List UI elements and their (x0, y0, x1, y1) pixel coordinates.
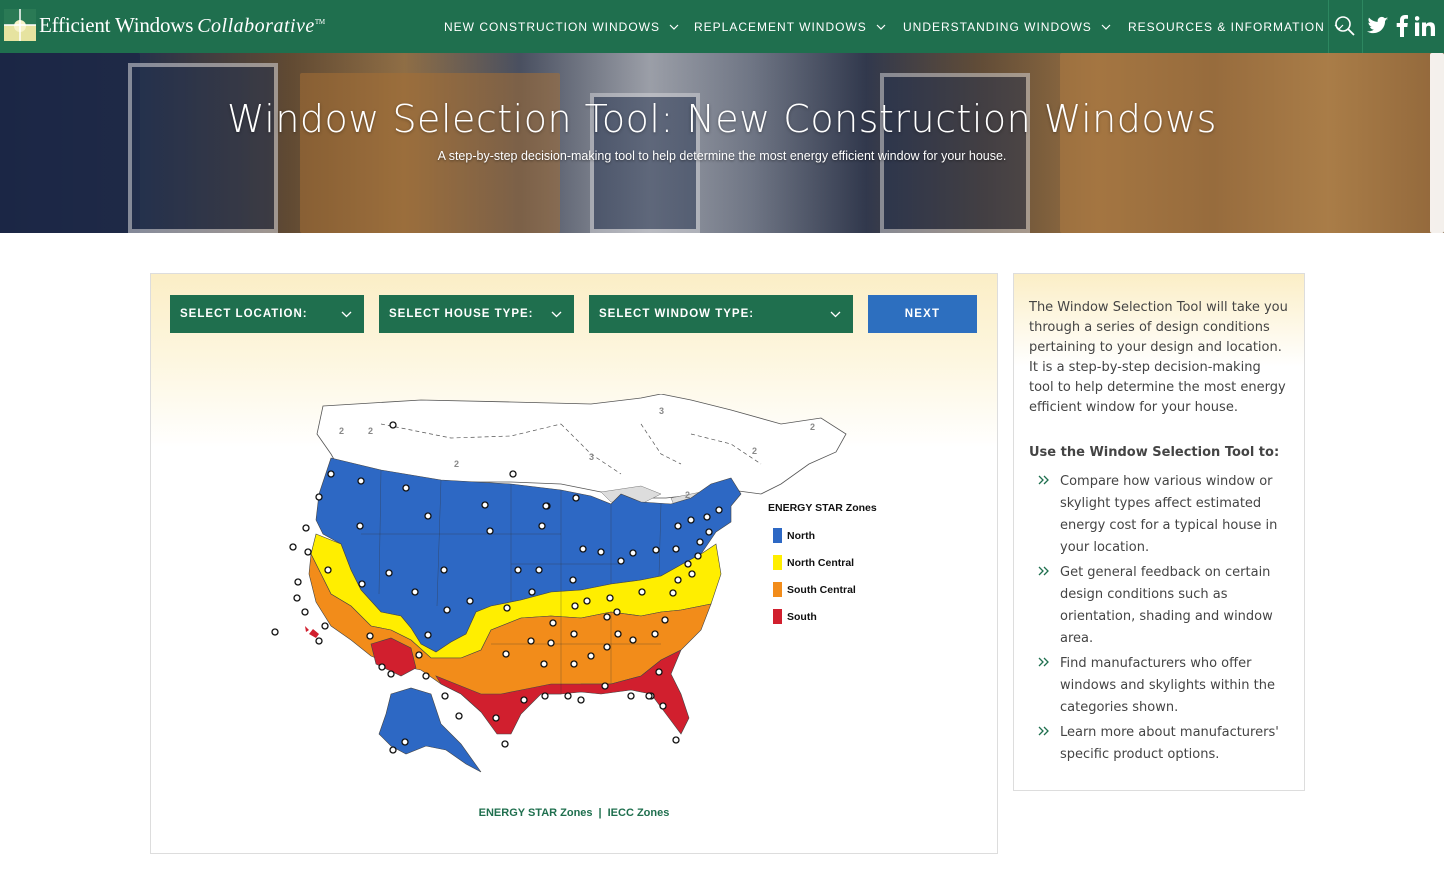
canada-zone-label: 3 (589, 452, 594, 462)
legend-swatch (773, 528, 782, 543)
legend-label: North (787, 529, 815, 542)
menu-label: UNDERSTANDING WINDOWS (903, 19, 1092, 34)
info-sidebar: The Window Selection Tool will take you … (1013, 273, 1305, 791)
canada-zone-label: 2 (339, 426, 344, 436)
sidebar-heading: Use the Window Selection Tool to: (1029, 445, 1280, 460)
list-item-text: Get general feedback on certain design c… (1060, 565, 1273, 646)
menu-label: REPLACEMENT WINDOWS (694, 19, 867, 34)
site-logo[interactable]: Efficient Windows CollaborativeTM (4, 8, 325, 42)
legend-swatch (773, 555, 782, 570)
select-window-type-dropdown[interactable]: SELECT WINDOW TYPE: (589, 295, 853, 333)
logo-text: Efficient Windows CollaborativeTM (39, 12, 325, 37)
double-chevron-right-icon (1038, 723, 1060, 766)
menu-label: NEW CONSTRUCTION WINDOWS (444, 19, 660, 34)
list-item-text: Find manufacturers who offer windows and… (1060, 656, 1275, 715)
dropdown-label: SELECT LOCATION: (180, 308, 308, 320)
logo-window-icon (4, 9, 36, 41)
search-icon[interactable] (1333, 14, 1357, 38)
list-item-text: Learn more about manufacturers' specific… (1060, 725, 1279, 762)
legend-label: South Central (787, 583, 856, 596)
legend-item-north: North (768, 522, 908, 549)
chevron-down-icon (341, 311, 352, 318)
alaska-region (378, 687, 482, 773)
list-item: Find manufacturers who offer windows and… (1029, 653, 1289, 719)
canada-zone-label: 2 (368, 426, 373, 436)
legend-swatch (773, 609, 782, 624)
menu-understanding-windows[interactable]: UNDERSTANDING WINDOWS (903, 0, 1111, 53)
page-title: Window Selection Tool: New Construction … (227, 97, 1217, 141)
chevron-down-icon (551, 311, 562, 318)
legend-label: South (787, 610, 817, 623)
top-nav: Efficient Windows CollaborativeTM NEW CON… (0, 0, 1444, 53)
page-subtitle: A step-by-step decision-making tool to h… (437, 149, 1007, 163)
menu-new-construction-windows[interactable]: NEW CONSTRUCTION WINDOWS (444, 0, 679, 53)
legend-title: ENERGY STAR Zones (768, 502, 877, 514)
legend-item-north-central: North Central (768, 549, 908, 576)
map-zone-links: ENERGY STAR Zones | IECC Zones (151, 807, 997, 819)
menu-resources-information[interactable]: RESOURCES & INFORMATION (1128, 0, 1344, 53)
tool-panel: SELECT LOCATION: SELECT HOUSE TYPE: SELE… (150, 273, 998, 854)
menu-replacement-windows[interactable]: REPLACEMENT WINDOWS (694, 0, 886, 53)
link-separator: | (598, 807, 602, 819)
select-location-dropdown[interactable]: SELECT LOCATION: (170, 295, 364, 333)
nav-divider (1362, 0, 1363, 53)
canada-zone-label: 3 (659, 406, 664, 416)
chevron-down-icon (830, 311, 841, 318)
legend-item-south: South (768, 603, 908, 630)
list-item: Get general feedback on certain design c… (1029, 562, 1289, 650)
legend-swatch (773, 582, 782, 597)
list-item: Learn more about manufacturers' specific… (1029, 722, 1289, 766)
chevron-down-icon (669, 24, 679, 30)
chevron-down-icon (876, 24, 886, 30)
sidebar-list: Compare how various window or skylight t… (1029, 471, 1289, 766)
energy-star-zones-link[interactable]: ENERGY STAR Zones (479, 807, 593, 819)
double-chevron-right-icon (1038, 563, 1060, 650)
canada-zone-label: 2 (752, 446, 757, 456)
hero-window-image (128, 63, 278, 233)
iecc-zones-link[interactable]: IECC Zones (608, 807, 670, 819)
legend-label: North Central (787, 556, 855, 569)
select-house-type-dropdown[interactable]: SELECT HOUSE TYPE: (379, 295, 574, 333)
sidebar-intro-text: The Window Selection Tool will take you … (1029, 300, 1288, 415)
double-chevron-right-icon (1038, 472, 1060, 559)
canada-zone-label: 2 (810, 422, 815, 432)
menu-label: RESOURCES & INFORMATION (1128, 19, 1325, 34)
linkedin-icon[interactable] (1413, 14, 1437, 38)
list-item: Compare how various window or skylight t… (1029, 471, 1289, 559)
list-item-text: Compare how various window or skylight t… (1060, 474, 1278, 555)
twitter-icon[interactable] (1366, 14, 1390, 38)
double-chevron-right-icon (1038, 654, 1060, 719)
nav-divider (1328, 0, 1329, 53)
facebook-icon[interactable] (1390, 14, 1414, 38)
legend-item-south-central: South Central (768, 576, 908, 603)
chevron-down-icon (1101, 24, 1111, 30)
hero-banner: Window Selection Tool: New Construction … (0, 53, 1444, 233)
dropdown-label: SELECT HOUSE TYPE: (389, 308, 534, 320)
canada-zone-label: 2 (454, 459, 459, 469)
next-button[interactable]: NEXT (868, 295, 977, 333)
map-legend: ENERGY STAR Zones North North Central So… (768, 502, 908, 630)
dropdown-label: SELECT WINDOW TYPE: (599, 308, 755, 320)
